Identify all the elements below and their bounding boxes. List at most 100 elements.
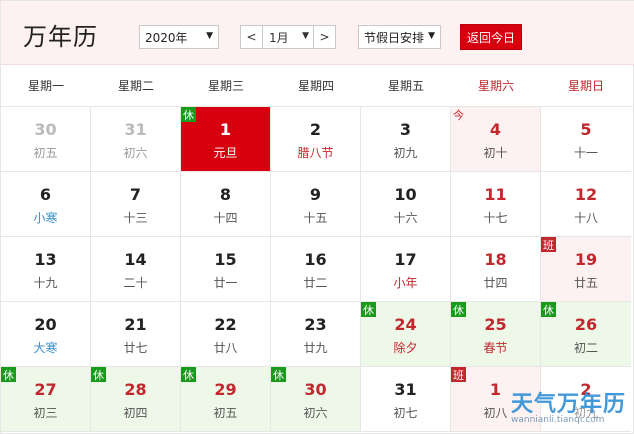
lunar-date: 初二 bbox=[573, 341, 598, 355]
lunar-date: 十三 bbox=[123, 211, 148, 225]
weekday-label: 星期五 bbox=[387, 79, 424, 93]
day-cell[interactable]: 17 小年 bbox=[361, 237, 451, 302]
day-number: 15 bbox=[214, 250, 237, 269]
day-number: 19 bbox=[574, 250, 598, 269]
day-cell[interactable]: 30 初五 bbox=[1, 107, 91, 172]
caret-down-icon: ▼ bbox=[206, 31, 213, 41]
day-number: 6 bbox=[39, 185, 52, 204]
weekday-header: 星期一 星期二 星期三 星期四 星期五 星期六 星期日 bbox=[1, 65, 634, 107]
lunar-date: 小年 bbox=[393, 276, 418, 290]
day-cell[interactable]: 21 廿七 bbox=[91, 302, 181, 367]
day-cell[interactable]: 休 27 初三 bbox=[1, 367, 91, 432]
month-selector: < 1月 ▼ > bbox=[240, 25, 336, 49]
day-cell[interactable]: 休 24 除夕 bbox=[361, 302, 451, 367]
lunar-date: 初九 bbox=[393, 146, 418, 160]
day-cell[interactable]: 18 廿四 bbox=[451, 237, 541, 302]
day-cell[interactable]: 22 廿八 bbox=[181, 302, 271, 367]
lunar-date: 十八 bbox=[573, 211, 598, 225]
day-cell[interactable]: 14 二十 bbox=[91, 237, 181, 302]
day-number: 28 bbox=[124, 380, 147, 399]
day-number: 8 bbox=[219, 185, 232, 204]
prev-month-button[interactable]: < bbox=[241, 26, 263, 48]
day-cell[interactable]: 5 十一 bbox=[541, 107, 631, 172]
holiday-select[interactable]: 节假日安排 ▼ bbox=[358, 25, 441, 49]
day-cell[interactable]: 8 十四 bbox=[181, 172, 271, 237]
day-cell[interactable]: 休 26 初二 bbox=[541, 302, 631, 367]
day-number: 5 bbox=[580, 120, 592, 139]
day-number: 25 bbox=[484, 315, 507, 334]
watermark-url: wannianli.tianqi.com bbox=[511, 415, 605, 425]
day-cell[interactable]: 23 廿九 bbox=[271, 302, 361, 367]
month-select-value: 1月 bbox=[269, 30, 289, 45]
back-to-today-button[interactable]: 返回今日 bbox=[460, 24, 522, 50]
day-cell[interactable]: 7 十三 bbox=[91, 172, 181, 237]
day-cell[interactable]: 15 廿一 bbox=[181, 237, 271, 302]
day-number: 18 bbox=[484, 250, 507, 269]
lunar-date: 十七 bbox=[483, 211, 508, 225]
lunar-date: 十九 bbox=[33, 276, 58, 290]
day-cell[interactable]: 31 初七 bbox=[361, 367, 451, 432]
day-cell[interactable]: 休 25 春节 bbox=[451, 302, 541, 367]
day-cell[interactable]: 10 十六 bbox=[361, 172, 451, 237]
week-row: 13 十九 14 二十 15 廿一 16 廿二 17 小年 18 廿四班 19 廿五 bbox=[1, 237, 634, 302]
lunar-date: 大寒 bbox=[33, 341, 58, 355]
lunar-date: 除夕 bbox=[393, 341, 418, 355]
day-cell[interactable]: 班 19 廿五 bbox=[541, 237, 631, 302]
lunar-date: 廿七 bbox=[123, 341, 148, 355]
day-cell[interactable]: 20 大寒 bbox=[1, 302, 91, 367]
day-cell[interactable]: 9 十五 bbox=[271, 172, 361, 237]
day-cell[interactable]: 16 廿二 bbox=[271, 237, 361, 302]
day-cell[interactable]: 6 小寒 bbox=[1, 172, 91, 237]
day-number: 1 bbox=[219, 120, 232, 139]
day-number: 12 bbox=[574, 185, 598, 204]
lunar-date: 初七 bbox=[393, 406, 418, 420]
day-number: 2 bbox=[309, 120, 322, 139]
week-row: 20 大寒 21 廿七 22 廿八 23 廿九休 24 除夕休 25 春节休 26 初二 bbox=[1, 302, 634, 367]
day-cell[interactable]: 2 腊八节 bbox=[271, 107, 361, 172]
lunar-date: 廿四 bbox=[483, 276, 508, 290]
day-number: 24 bbox=[394, 315, 417, 334]
day-number: 27 bbox=[34, 380, 57, 399]
lunar-date: 十四 bbox=[213, 211, 238, 225]
day-cell[interactable]: 31 初六 bbox=[91, 107, 181, 172]
day-cell[interactable]: 今 4 初十 bbox=[451, 107, 541, 172]
day-cell[interactable]: 休 30 初六 bbox=[271, 367, 361, 432]
day-number: 14 bbox=[124, 250, 147, 269]
lunar-date: 初五 bbox=[213, 406, 238, 420]
month-select[interactable]: 1月 ▼ bbox=[263, 26, 313, 48]
weekday-label: 星期一 bbox=[27, 79, 64, 93]
caret-down-icon: ▼ bbox=[302, 31, 309, 41]
day-cell[interactable]: 休 28 初四 bbox=[91, 367, 181, 432]
day-number: 16 bbox=[304, 250, 327, 269]
day-number: 30 bbox=[304, 380, 327, 399]
next-month-button[interactable]: > bbox=[313, 26, 335, 48]
watermark-logo: 天气万年历 wannianli.tianqi.com bbox=[503, 384, 633, 434]
day-cell[interactable]: 12 十八 bbox=[541, 172, 631, 237]
day-cell[interactable]: 休 1 元旦 bbox=[181, 107, 271, 172]
lunar-date: 廿八 bbox=[213, 341, 238, 355]
lunar-date: 初十 bbox=[483, 146, 508, 160]
lunar-date: 初六 bbox=[303, 406, 328, 420]
day-number: 11 bbox=[484, 185, 507, 204]
year-select[interactable]: 2020年 ▼ bbox=[139, 25, 219, 49]
holiday-select-value: 节假日安排 bbox=[364, 30, 425, 45]
lunar-date: 廿五 bbox=[573, 276, 598, 290]
lunar-date: 初四 bbox=[123, 406, 148, 420]
lunar-date: 廿二 bbox=[303, 276, 328, 290]
day-cell[interactable]: 休 29 初五 bbox=[181, 367, 271, 432]
day-cell[interactable]: 13 十九 bbox=[1, 237, 91, 302]
day-number: 30 bbox=[34, 120, 57, 139]
calendar-header: 万年历 2020年 ▼ < 1月 ▼ > 节假日安排 ▼ 返回今日 bbox=[1, 1, 634, 65]
day-number: 29 bbox=[214, 380, 237, 399]
day-cell[interactable]: 3 初九 bbox=[361, 107, 451, 172]
lunar-date: 小寒 bbox=[33, 211, 58, 225]
lunar-date: 元旦 bbox=[213, 146, 238, 160]
day-number: 21 bbox=[124, 315, 147, 334]
lunar-date: 初六 bbox=[123, 146, 148, 160]
weekday-label: 星期四 bbox=[297, 79, 334, 93]
day-number: 7 bbox=[129, 185, 142, 204]
lunar-date: 腊八节 bbox=[297, 146, 334, 160]
calendar: 万年历 2020年 ▼ < 1月 ▼ > 节假日安排 ▼ 返回今日 星期一 星期二… bbox=[0, 0, 634, 434]
day-cell[interactable]: 11 十七 bbox=[451, 172, 541, 237]
page-title: 万年历 bbox=[23, 23, 98, 51]
